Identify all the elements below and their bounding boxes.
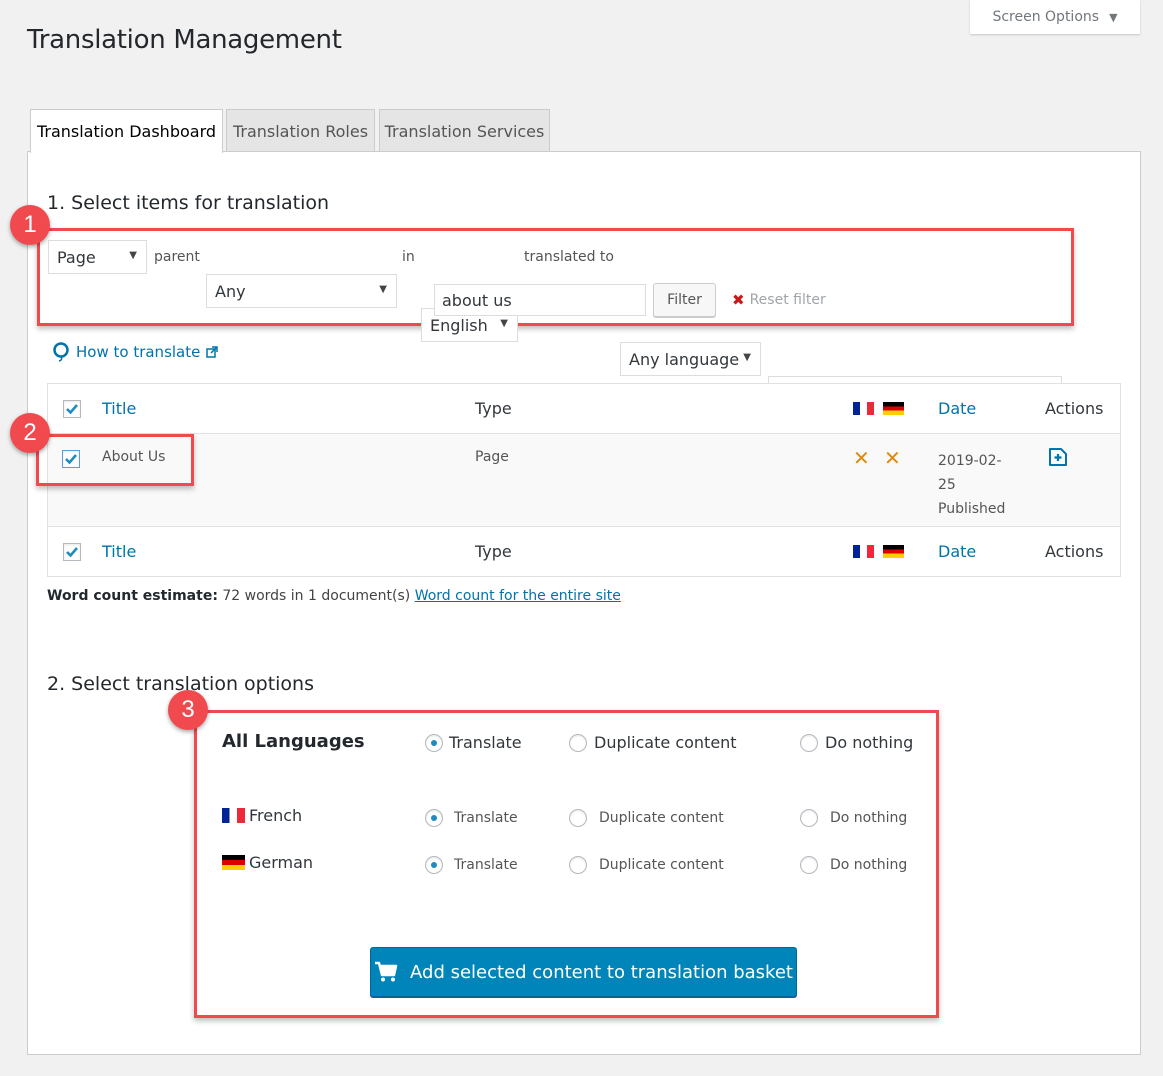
tab-translation-dashboard[interactable]: Translation Dashboard bbox=[30, 109, 223, 153]
french-flag-icon bbox=[853, 545, 874, 558]
french-flag-icon bbox=[853, 402, 874, 415]
row-type: Page bbox=[475, 449, 509, 465]
select-all-checkbox[interactable] bbox=[63, 400, 81, 418]
select-value: Any language bbox=[629, 349, 740, 369]
not-translated-french-icon[interactable]: ✕ bbox=[853, 446, 870, 470]
screen-options-label: Screen Options bbox=[992, 9, 1100, 25]
column-type: Type bbox=[475, 542, 512, 561]
tab-translation-roles[interactable]: Translation Roles bbox=[226, 109, 375, 152]
screen-options-button[interactable]: Screen Options ▼ bbox=[970, 0, 1140, 34]
french-duplicate-radio[interactable] bbox=[569, 809, 587, 827]
table-footer-row: Title Type Date Actions bbox=[48, 527, 1120, 577]
word-count-site-link[interactable]: Word count for the entire site bbox=[415, 588, 621, 604]
row-date: 2019-02- 25 Published bbox=[938, 449, 1005, 521]
dropdown-arrow-icon: ▼ bbox=[743, 352, 751, 363]
add-to-basket-button[interactable]: Add selected content to translation bask… bbox=[370, 947, 797, 997]
column-actions: Actions bbox=[1045, 542, 1104, 561]
column-title[interactable]: Title bbox=[102, 542, 136, 561]
dropdown-arrow-icon: ▼ bbox=[500, 318, 508, 329]
column-type: Type bbox=[475, 399, 512, 418]
option-label: Duplicate content bbox=[599, 810, 724, 826]
date-text: 2019-02- bbox=[938, 453, 1002, 469]
publish-status: Published bbox=[938, 501, 1006, 517]
option-label: Translate bbox=[454, 857, 518, 873]
language-name: French bbox=[249, 806, 303, 825]
items-table: Title Type Date Actions About Us Page ✕ … bbox=[47, 383, 1121, 577]
step-badge-3: 3 bbox=[168, 690, 208, 730]
tab-translation-services[interactable]: Translation Services bbox=[379, 109, 550, 152]
option-label: Do nothing bbox=[825, 733, 914, 752]
target-language-select[interactable]: Any language ▼ bbox=[620, 342, 761, 376]
close-icon: ✖ bbox=[732, 291, 745, 309]
select-value: Page bbox=[57, 247, 96, 267]
option-label: Translate bbox=[449, 733, 522, 752]
add-to-basket-icon[interactable] bbox=[1047, 446, 1069, 468]
dropdown-arrow-icon: ▼ bbox=[379, 284, 387, 295]
tab-label: Translation Services bbox=[384, 121, 545, 141]
reset-filter-label: Reset filter bbox=[749, 292, 826, 308]
parent-label: parent bbox=[154, 249, 200, 265]
add-to-basket-label: Add selected content to translation bask… bbox=[410, 961, 793, 983]
date-text: 25 bbox=[938, 477, 956, 493]
not-translated-german-icon[interactable]: ✕ bbox=[884, 446, 901, 470]
all-do-nothing-radio[interactable] bbox=[800, 734, 818, 752]
french-do-nothing-radio[interactable] bbox=[800, 809, 818, 827]
german-translate-radio[interactable] bbox=[425, 856, 443, 874]
german-flag-icon bbox=[883, 545, 904, 558]
help-icon bbox=[53, 342, 69, 362]
option-label: Duplicate content bbox=[599, 857, 724, 873]
caret-down-icon: ▼ bbox=[1109, 10, 1118, 24]
german-duplicate-radio[interactable] bbox=[569, 856, 587, 874]
word-count-label: Word count estimate: bbox=[47, 588, 218, 604]
option-label: Translate bbox=[454, 810, 518, 826]
how-to-translate-label: How to translate bbox=[76, 343, 201, 361]
reset-filter-link[interactable]: ✖ Reset filter bbox=[732, 291, 826, 309]
dropdown-arrow-icon: ▼ bbox=[129, 250, 137, 261]
step-badge-1: 1 bbox=[10, 205, 50, 245]
all-languages-label: All Languages bbox=[222, 731, 365, 752]
language-name: German bbox=[249, 853, 314, 872]
highlight-box-row bbox=[36, 434, 194, 486]
select-value: English bbox=[430, 315, 488, 335]
page-title: Translation Management bbox=[27, 25, 342, 55]
word-count-estimate: Word count estimate: 72 words in 1 docum… bbox=[47, 588, 621, 604]
column-actions: Actions bbox=[1045, 399, 1104, 418]
tab-label: Translation Dashboard bbox=[36, 122, 217, 141]
table-header-row: Title Type Date Actions bbox=[48, 384, 1120, 434]
table-row: About Us Page ✕ ✕ 2019-02- 25 Published bbox=[48, 434, 1120, 527]
german-flag-icon bbox=[222, 855, 245, 870]
step-badge-2: 2 bbox=[10, 413, 50, 453]
select-value: Any bbox=[215, 281, 246, 301]
parent-select[interactable]: Any ▼ bbox=[206, 274, 397, 308]
all-translate-radio[interactable] bbox=[425, 734, 443, 752]
option-label: Do nothing bbox=[830, 857, 908, 873]
german-do-nothing-radio[interactable] bbox=[800, 856, 818, 874]
checkmark-icon bbox=[66, 404, 78, 415]
search-input[interactable]: about us bbox=[434, 284, 646, 316]
translated-to-label: translated to bbox=[524, 249, 614, 265]
column-title[interactable]: Title bbox=[102, 399, 136, 418]
word-count-value: 72 words in 1 document(s) bbox=[222, 588, 411, 604]
cart-icon bbox=[375, 961, 398, 982]
how-to-translate-link[interactable]: How to translate bbox=[52, 342, 219, 362]
all-duplicate-radio[interactable] bbox=[569, 734, 587, 752]
option-label: Do nothing bbox=[830, 810, 908, 826]
german-flag-icon bbox=[883, 402, 904, 415]
filter-button[interactable]: Filter bbox=[653, 283, 716, 317]
french-flag-icon bbox=[222, 808, 245, 823]
external-link-icon bbox=[206, 346, 219, 358]
tab-label: Translation Roles bbox=[232, 121, 369, 141]
checkmark-icon bbox=[66, 547, 78, 558]
select-all-checkbox-footer[interactable] bbox=[63, 543, 81, 561]
column-date[interactable]: Date bbox=[938, 542, 976, 561]
french-translate-radio[interactable] bbox=[425, 809, 443, 827]
in-label: in bbox=[402, 249, 415, 265]
type-select[interactable]: Page ▼ bbox=[48, 240, 147, 274]
column-date[interactable]: Date bbox=[938, 399, 976, 418]
option-label: Duplicate content bbox=[594, 733, 737, 752]
section-select-items-heading: 1. Select items for translation bbox=[47, 192, 330, 214]
